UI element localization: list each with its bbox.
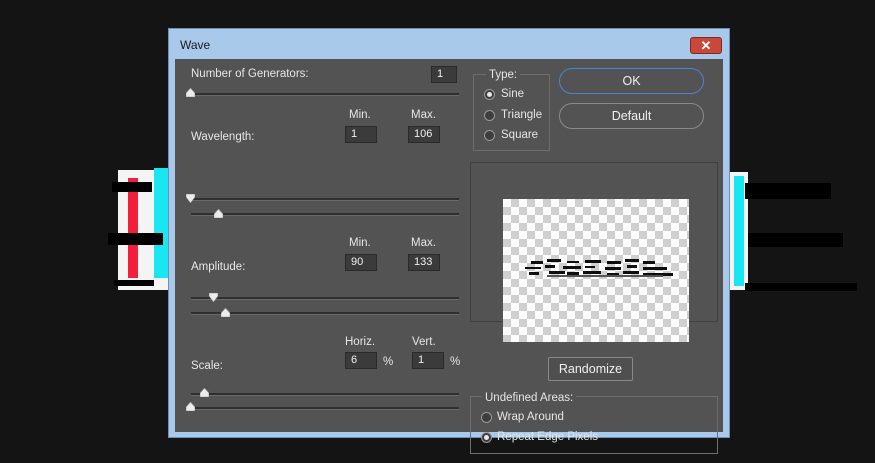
wavelength-max-header: Max. [411,109,436,121]
scale-vert-slider-thumb[interactable] [186,402,195,411]
scale-vert-slider-track[interactable] [191,407,459,410]
preview-image [503,199,689,342]
wavelength-min-input[interactable]: 1 [345,126,377,143]
wrap-around-radio[interactable] [481,412,492,423]
type-triangle-radio[interactable] [484,110,495,121]
window-title: Wave [180,38,211,52]
scale-vert-header: Vert. [412,336,436,348]
type-square-radio[interactable] [484,130,495,141]
wavelength-max-slider-thumb[interactable] [214,209,223,218]
default-button[interactable]: Default [559,103,704,129]
randomize-button[interactable]: Randomize [548,357,633,381]
amplitude-min-header: Min. [349,237,371,249]
type-sine-radio[interactable] [484,89,495,100]
scale-horiz-slider-thumb[interactable] [200,388,209,397]
undefined-areas-group [470,396,718,454]
wavelength-min-slider-track[interactable] [191,198,459,201]
scale-horiz-header: Horiz. [345,336,376,348]
wrap-around-label[interactable]: Wrap Around [497,411,564,423]
close-icon: ✕ [700,38,712,53]
amplitude-label: Amplitude: [191,261,246,273]
amplitude-min-input[interactable]: 90 [345,254,377,271]
scale-vert-unit: % [450,356,461,368]
wave-distorted-text-preview [525,259,673,277]
type-square-label[interactable]: Square [501,129,538,141]
scale-horiz-unit: % [383,356,394,368]
repeat-edge-pixels-radio[interactable] [481,432,492,443]
amplitude-max-slider-track[interactable] [191,312,459,315]
wavelength-max-slider-track[interactable] [191,213,459,216]
repeat-edge-pixels-label[interactable]: Repeat Edge Pixels [497,431,598,443]
scale-label: Scale: [191,360,223,372]
scale-horiz-slider-track[interactable] [191,393,459,396]
amplitude-max-slider-thumb[interactable] [221,308,230,317]
generators-input[interactable]: 1 [431,66,457,83]
generators-label: Number of Generators: [191,68,309,80]
close-button[interactable]: ✕ [690,37,722,54]
ok-button[interactable]: OK [559,68,704,94]
type-sine-label[interactable]: Sine [501,88,524,100]
wavelength-max-input[interactable]: 106 [408,126,440,143]
type-group-label: Type: [486,69,521,81]
wavelength-min-slider-thumb[interactable] [186,194,195,203]
undefined-areas-label: Undefined Areas: [482,392,577,404]
wavelength-min-header: Min. [349,109,371,121]
amplitude-min-slider-track[interactable] [191,297,459,300]
wavelength-label: Wavelength: [191,131,255,143]
amplitude-min-slider-thumb[interactable] [209,293,218,302]
amplitude-max-header: Max. [411,237,436,249]
scale-horiz-input[interactable]: 6 [345,352,377,369]
scale-vert-input[interactable]: 1 [412,352,444,369]
generators-slider-track[interactable] [191,93,459,96]
dialog-body: Number of Generators: 1 Min. Max. Wavele… [175,59,723,454]
title-bar[interactable]: Wave ✕ [169,29,729,59]
type-triangle-label[interactable]: Triangle [501,109,542,121]
wave-dialog: Wave ✕ Number of Generators: 1 Min. Max.… [168,28,730,454]
amplitude-max-input[interactable]: 133 [408,254,440,271]
generators-slider-thumb[interactable] [186,88,195,97]
